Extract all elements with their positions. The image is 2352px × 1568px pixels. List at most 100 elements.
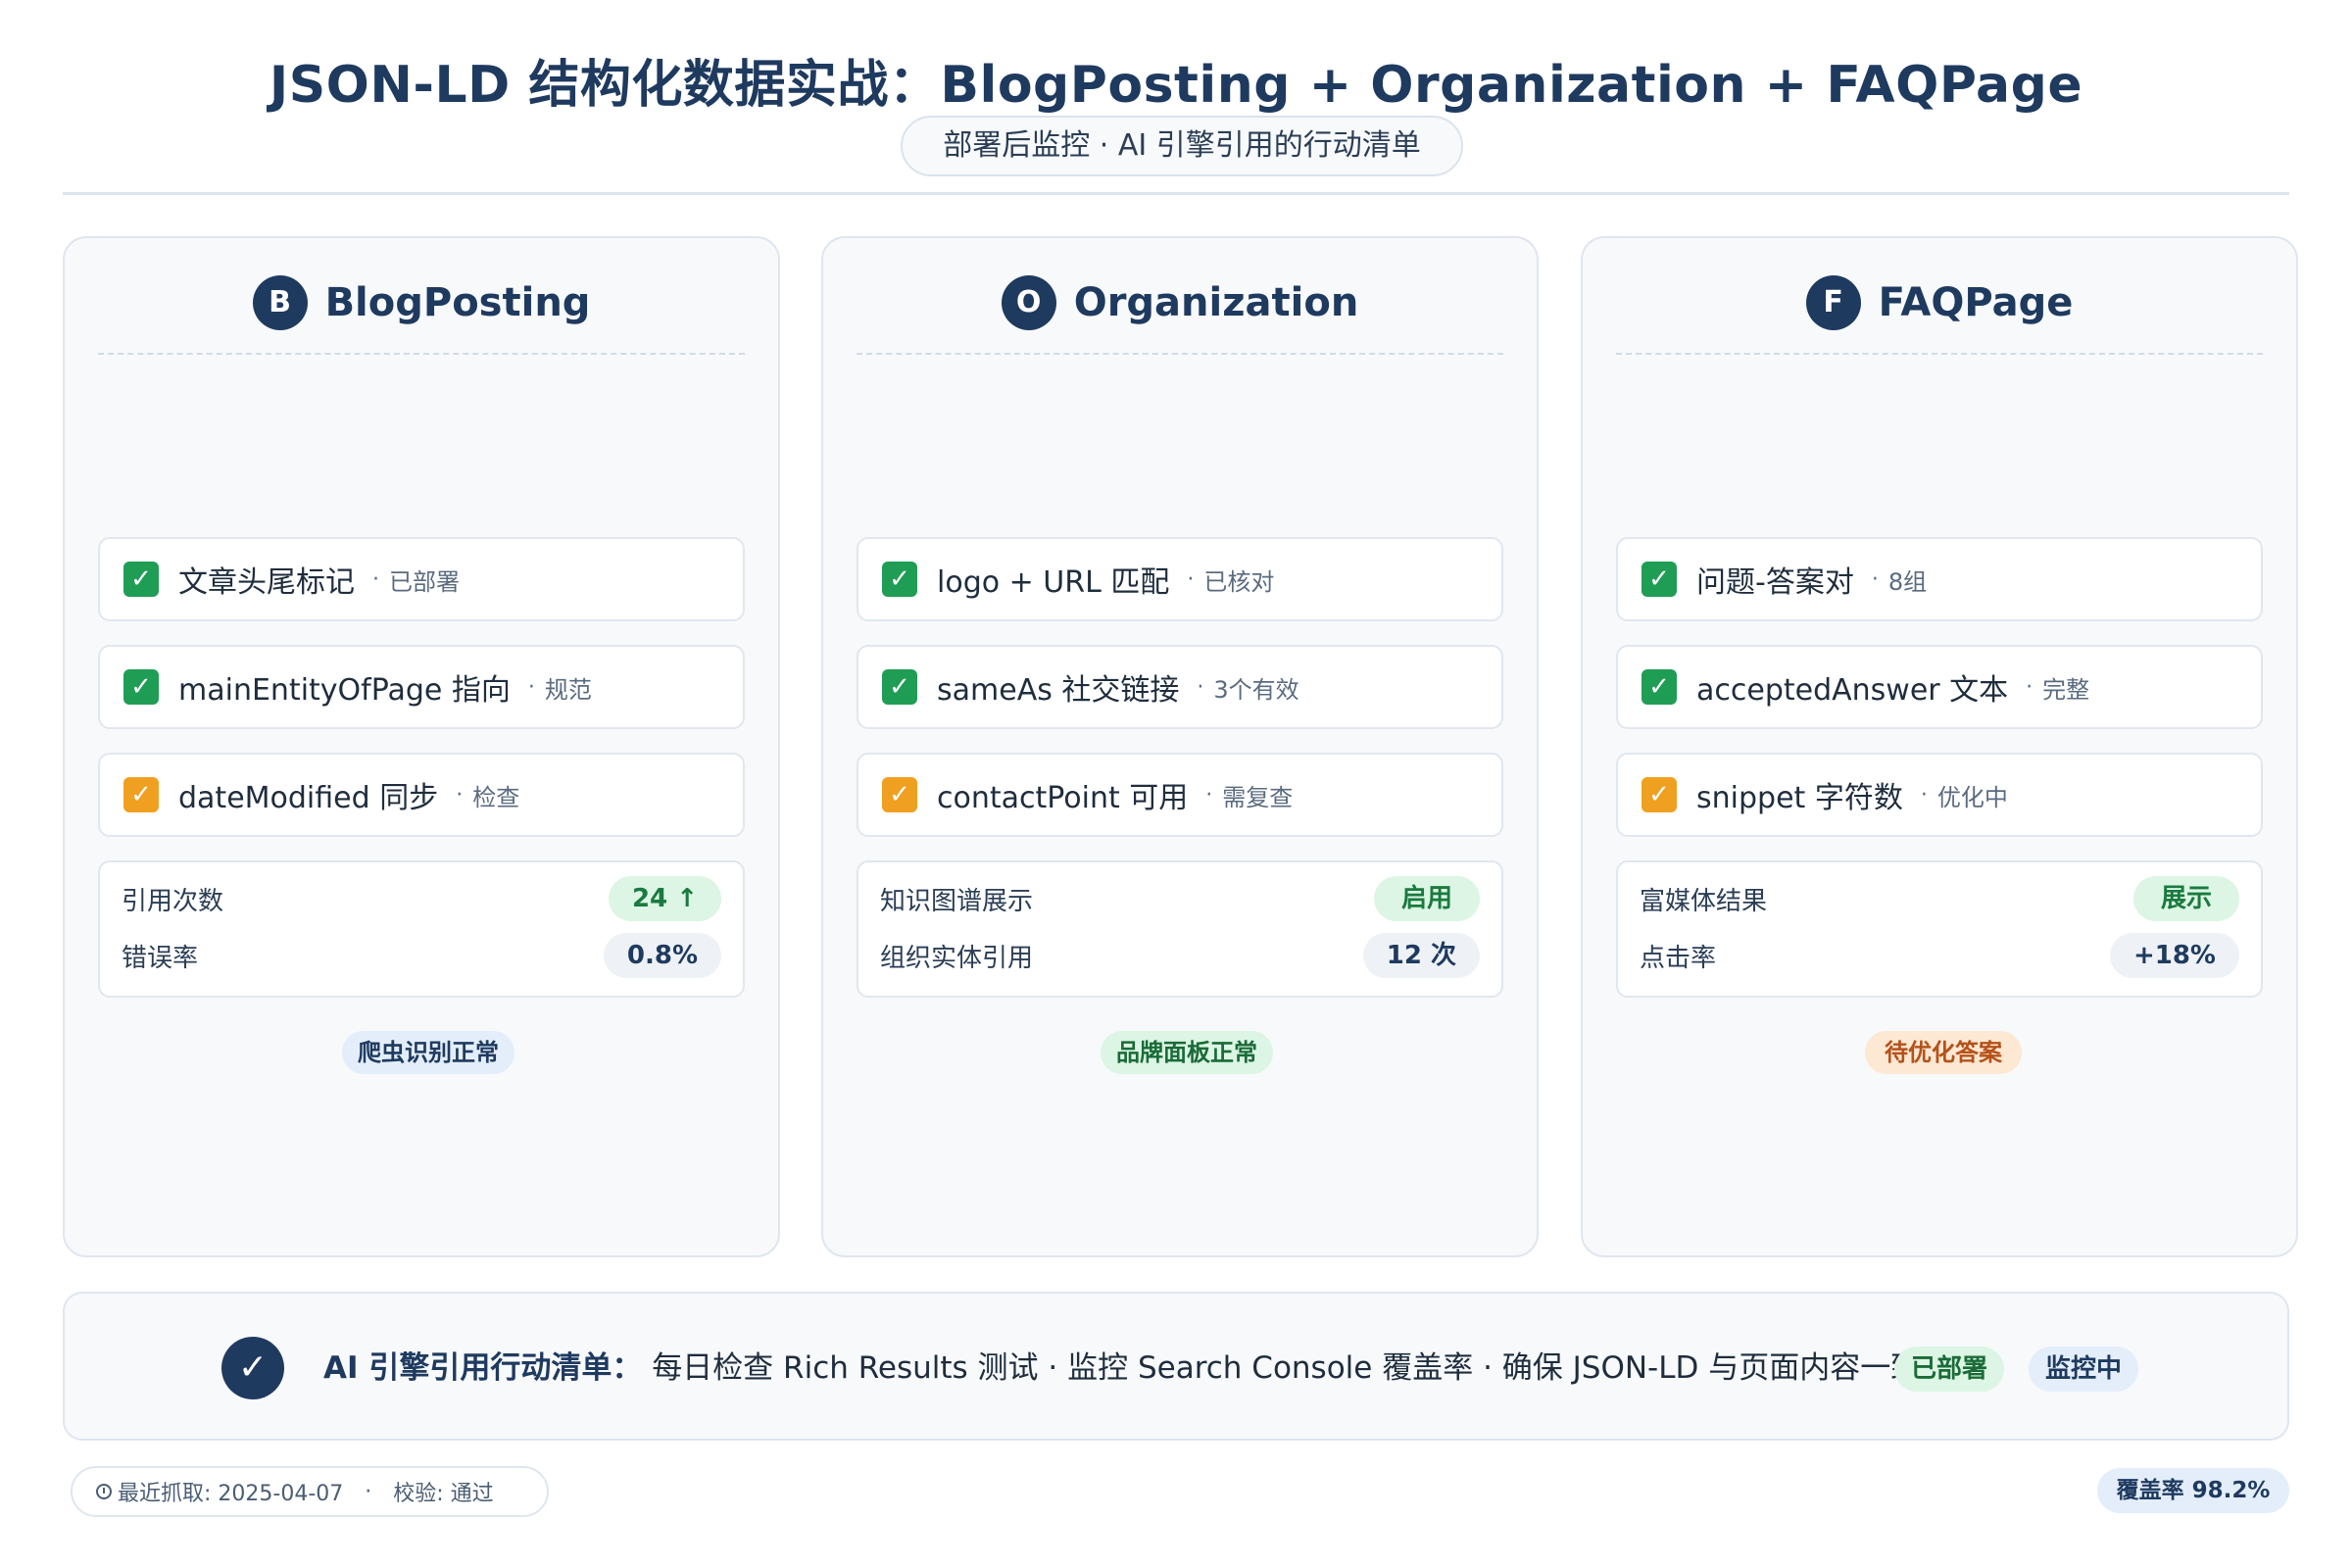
card-divider: [98, 353, 745, 355]
banner-body: 每日检查 Rich Results 测试 · 监控 Search Console…: [652, 1350, 1922, 1386]
metric-row: 组织实体引用 12 次: [880, 933, 1480, 978]
metric-label: 点击率: [1640, 943, 1717, 973]
metric-row: 引用次数 24 ↑: [122, 876, 721, 921]
deployed-badge: 已部署: [1894, 1347, 2004, 1392]
page-header: JSON-LD 结构化数据实战：BlogPosting + Organizati…: [0, 0, 2352, 196]
item-label: 文章头尾标记: [178, 565, 355, 600]
card-faqpage: F FAQPage ✓ 问题-答案对 · 8组 ✓ acceptedAnswer…: [1581, 236, 2298, 1257]
metrics-panel: 知识图谱展示 启用 组织实体引用 12 次: [857, 860, 1503, 998]
check-green-icon: ✓: [1642, 562, 1677, 597]
metric-label: 引用次数: [122, 886, 224, 916]
item-status: 规范: [544, 675, 592, 704]
metric-value: 启用: [1374, 876, 1480, 921]
check-orange-icon: ✓: [1642, 777, 1677, 812]
check-green-icon: ✓: [882, 669, 917, 705]
card-blogposting: B BlogPosting ✓ 文章头尾标记 · 已部署 ✓ mainEntit…: [63, 236, 780, 1257]
item-separator: ·: [1920, 782, 1928, 808]
banner-text-line: AI 引擎引用行动清单： 每日检查 Rich Results 测试 · 监控 S…: [323, 1343, 1921, 1394]
banner-lead: AI 引擎引用行动清单：: [323, 1350, 643, 1386]
item-label: dateModified 同步: [178, 781, 439, 815]
checklist-item: ✓ mainEntityOfPage 指向 · 规范: [98, 645, 745, 729]
item-label: snippet 字符数: [1696, 781, 1903, 815]
item-status: 完整: [2042, 675, 2090, 704]
card-header: O Organization: [823, 273, 1537, 332]
metric-value: +18%: [2109, 933, 2239, 978]
item-status: 3个有效: [1213, 675, 1299, 704]
card-badge-icon: O: [1001, 275, 1056, 330]
metric-value: 0.8%: [603, 933, 721, 978]
item-label: acceptedAnswer 文本: [1696, 673, 2009, 708]
card-divider: [857, 353, 1503, 355]
card-title: BlogPosting: [324, 280, 591, 325]
checklist-item: ✓ 问题-答案对 · 8组: [1616, 537, 2263, 621]
checklist-item: ✓ acceptedAnswer 文本 · 完整: [1616, 645, 2263, 729]
metric-row: 错误率 0.8%: [122, 933, 721, 978]
metric-row: 点击率 +18%: [1640, 933, 2239, 978]
check-green-icon: ✓: [123, 669, 159, 705]
checklist-item: ✓ 文章头尾标记 · 已部署: [98, 537, 745, 621]
metric-value: 24 ↑: [608, 876, 721, 921]
coverage-badge: 覆盖率 98.2%: [2097, 1468, 2289, 1513]
checklist-item: ✓ snippet 字符数 · 优化中: [1616, 753, 2263, 837]
clock-icon: [96, 1484, 112, 1499]
page-title: JSON-LD 结构化数据实战：BlogPosting + Organizati…: [269, 56, 2083, 115]
item-status: 需复查: [1222, 783, 1294, 811]
item-status: 8组: [1887, 567, 1928, 596]
metric-value: 12 次: [1362, 933, 1480, 978]
metric-row: 富媒体结果 展示: [1640, 876, 2239, 921]
item-status: 已核对: [1203, 567, 1275, 596]
status-badge: 爬虫识别正常: [342, 1031, 514, 1074]
metrics-panel: 引用次数 24 ↑ 错误率 0.8%: [98, 860, 745, 998]
item-status: 优化中: [1936, 783, 2008, 811]
item-separator: ·: [1871, 566, 1879, 592]
card-title: Organization: [1073, 280, 1359, 325]
card-header: F FAQPage: [1583, 273, 2296, 332]
metric-label: 富媒体结果: [1640, 886, 1768, 916]
status-badge: 品牌面板正常: [1101, 1031, 1273, 1074]
item-label: 问题-答案对: [1696, 565, 1854, 600]
footer-status: 最近抓取: 2025-04-07 · 校验: 通过: [71, 1466, 549, 1517]
item-label: mainEntityOfPage 指向: [178, 673, 511, 708]
checklist-item: ✓ logo + URL 匹配 · 已核对: [857, 537, 1503, 621]
page-subtitle: 部署后监控 · AI 引擎引用的行动清单: [901, 116, 1463, 176]
check-green-icon: ✓: [123, 562, 159, 597]
item-separator: ·: [527, 674, 535, 700]
item-label: logo + URL 匹配: [937, 565, 1170, 600]
check-green-icon: ✓: [1642, 669, 1677, 705]
item-status: 已部署: [389, 567, 460, 596]
card-title: FAQPage: [1878, 280, 2074, 325]
check-green-icon: ✓: [882, 562, 917, 597]
footer-separator: ·: [365, 1479, 372, 1504]
check-orange-icon: ✓: [123, 777, 159, 812]
last-fetch: 最近抓取: 2025-04-07: [118, 1482, 344, 1506]
item-label: sameAs 社交链接: [937, 673, 1180, 708]
metrics-panel: 富媒体结果 展示 点击率 +18%: [1616, 860, 2263, 998]
item-separator: ·: [1205, 782, 1213, 808]
card-badge-icon: F: [1805, 275, 1861, 330]
card-divider: [1616, 353, 2263, 355]
monitoring-badge: 监控中: [2029, 1347, 2138, 1392]
card-organization: O Organization ✓ logo + URL 匹配 · 已核对 ✓ s…: [821, 236, 1539, 1257]
action-checklist-banner: ✓ AI 引擎引用行动清单： 每日检查 Rich Results 测试 · 监控…: [63, 1292, 2289, 1441]
checklist-item: ✓ sameAs 社交链接 · 3个有效: [857, 645, 1503, 729]
item-status: 检查: [472, 783, 520, 811]
item-separator: ·: [372, 566, 379, 592]
validation-status: 校验: 通过: [393, 1482, 494, 1506]
metric-label: 知识图谱展示: [880, 886, 1034, 916]
card-badge-icon: B: [252, 275, 308, 330]
checklist-item: ✓ dateModified 同步 · 检查: [98, 753, 745, 837]
metric-value: 展示: [2133, 876, 2239, 921]
item-label: contactPoint 可用: [937, 781, 1189, 815]
metric-label: 错误率: [122, 943, 199, 973]
item-separator: ·: [1187, 566, 1195, 592]
check-orange-icon: ✓: [882, 777, 917, 812]
header-divider: [63, 192, 2289, 195]
item-separator: ·: [456, 782, 464, 808]
metric-row: 知识图谱展示 启用: [880, 876, 1480, 921]
checklist-item: ✓ contactPoint 可用 · 需复查: [857, 753, 1503, 837]
card-header: B BlogPosting: [65, 273, 778, 332]
check-circle-icon: ✓: [221, 1337, 284, 1399]
status-badge: 待优化答案: [1865, 1031, 2022, 1074]
item-separator: ·: [2026, 674, 2034, 700]
metric-label: 组织实体引用: [880, 943, 1034, 973]
